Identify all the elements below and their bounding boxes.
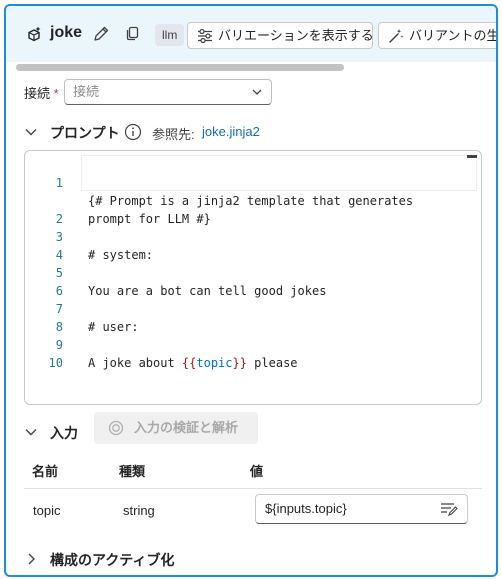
activation-section-header[interactable]: 構成のアクティブ化 (24, 550, 224, 570)
node-header: joke llm バリエーションを表示する バリアントの生成 (6, 6, 496, 62)
table-divider (24, 488, 482, 489)
code-line: prompt for LLM #} (25, 174, 475, 226)
info-icon[interactable] (124, 123, 142, 141)
copy-icon[interactable] (125, 26, 140, 41)
input-type-cell: string (123, 503, 155, 518)
reference-label: 参照先: (152, 127, 195, 142)
input-value-field[interactable]: ${inputs.topic} (255, 494, 468, 524)
prompt-section-header: プロンプト 参照先: joke.jinja2 (24, 123, 324, 143)
line-number: 10 (48, 356, 63, 370)
code-line: 1 {# Prompt is a jinja2 template that ge… (25, 156, 475, 208)
activation-section-label: 構成のアクティブ化 (50, 552, 175, 568)
sliders-icon (198, 28, 212, 44)
code-line: 6 (25, 264, 475, 298)
llm-node-panel: joke llm バリエーションを表示する バリアントの生成 (4, 4, 498, 577)
input-value-text: ${inputs.topic} (265, 501, 347, 516)
connection-placeholder: 接続 (73, 84, 100, 99)
chevron-down-icon[interactable] (24, 425, 38, 439)
column-header-value: 値 (250, 464, 264, 479)
connection-label: 接続 * (24, 83, 59, 102)
input-name-cell: topic (33, 503, 61, 518)
inputs-section-header: 入力 (24, 423, 84, 443)
prompt-code-editor[interactable]: 1 {# Prompt is a jinja2 template that ge… (24, 150, 482, 405)
prompt-file-link[interactable]: joke.jinja2 (202, 124, 260, 139)
code-line: 8 (25, 300, 475, 334)
chevron-down-icon[interactable] (24, 125, 38, 139)
connection-label-text: 接続 (24, 86, 51, 101)
code-line: 3 # system: (25, 210, 475, 262)
verify-and-parse-inputs-button[interactable]: 入力の検証と解析 (94, 412, 258, 444)
magic-wand-icon (389, 29, 404, 43)
show-variations-button[interactable]: バリエーションを表示する (187, 22, 373, 49)
generate-variant-button[interactable]: バリアントの生成 (378, 22, 496, 49)
edit-name-pencil-icon[interactable] (92, 25, 110, 43)
column-header-type: 種類 (119, 464, 146, 479)
column-header-name: 名前 (32, 464, 59, 479)
prompt-section-label: プロンプト (50, 125, 120, 141)
code-text: A joke about {{topic}} please (88, 354, 298, 372)
connection-dropdown[interactable]: 接続 (64, 79, 272, 105)
code-line: 5 You are a bot can tell good jokes (25, 246, 475, 298)
node-name: joke (50, 24, 83, 41)
chevron-down-icon (252, 89, 262, 95)
template-open-brace: {{ (181, 356, 197, 370)
template-close-brace: }} (232, 356, 247, 370)
template-variable: topic (196, 356, 233, 370)
inputs-section-label: 入力 (50, 425, 78, 441)
code-line: 10 (25, 336, 475, 370)
code-line: 9 A joke about {{topic}} please (25, 318, 475, 370)
llm-cube-icon (28, 26, 41, 42)
verify-button-label: 入力の検証と解析 (134, 420, 239, 435)
generate-variant-label: バリアントの生成 (409, 28, 496, 43)
code-line: 7 # user: (25, 282, 475, 334)
edit-value-icon[interactable] (440, 502, 458, 516)
required-mark: * (53, 86, 59, 101)
refresh-circle-icon (108, 420, 124, 436)
code-line: 4 (25, 228, 475, 262)
code-line: 2 (25, 192, 475, 226)
code-text-suffix: please (246, 356, 298, 370)
code-text-prefix: A joke about (88, 356, 182, 370)
horizontal-scrollbar[interactable] (16, 64, 344, 71)
chevron-right-icon (28, 553, 35, 565)
show-variations-label: バリエーションを表示する (218, 28, 373, 43)
node-type-badge: llm (155, 24, 185, 46)
